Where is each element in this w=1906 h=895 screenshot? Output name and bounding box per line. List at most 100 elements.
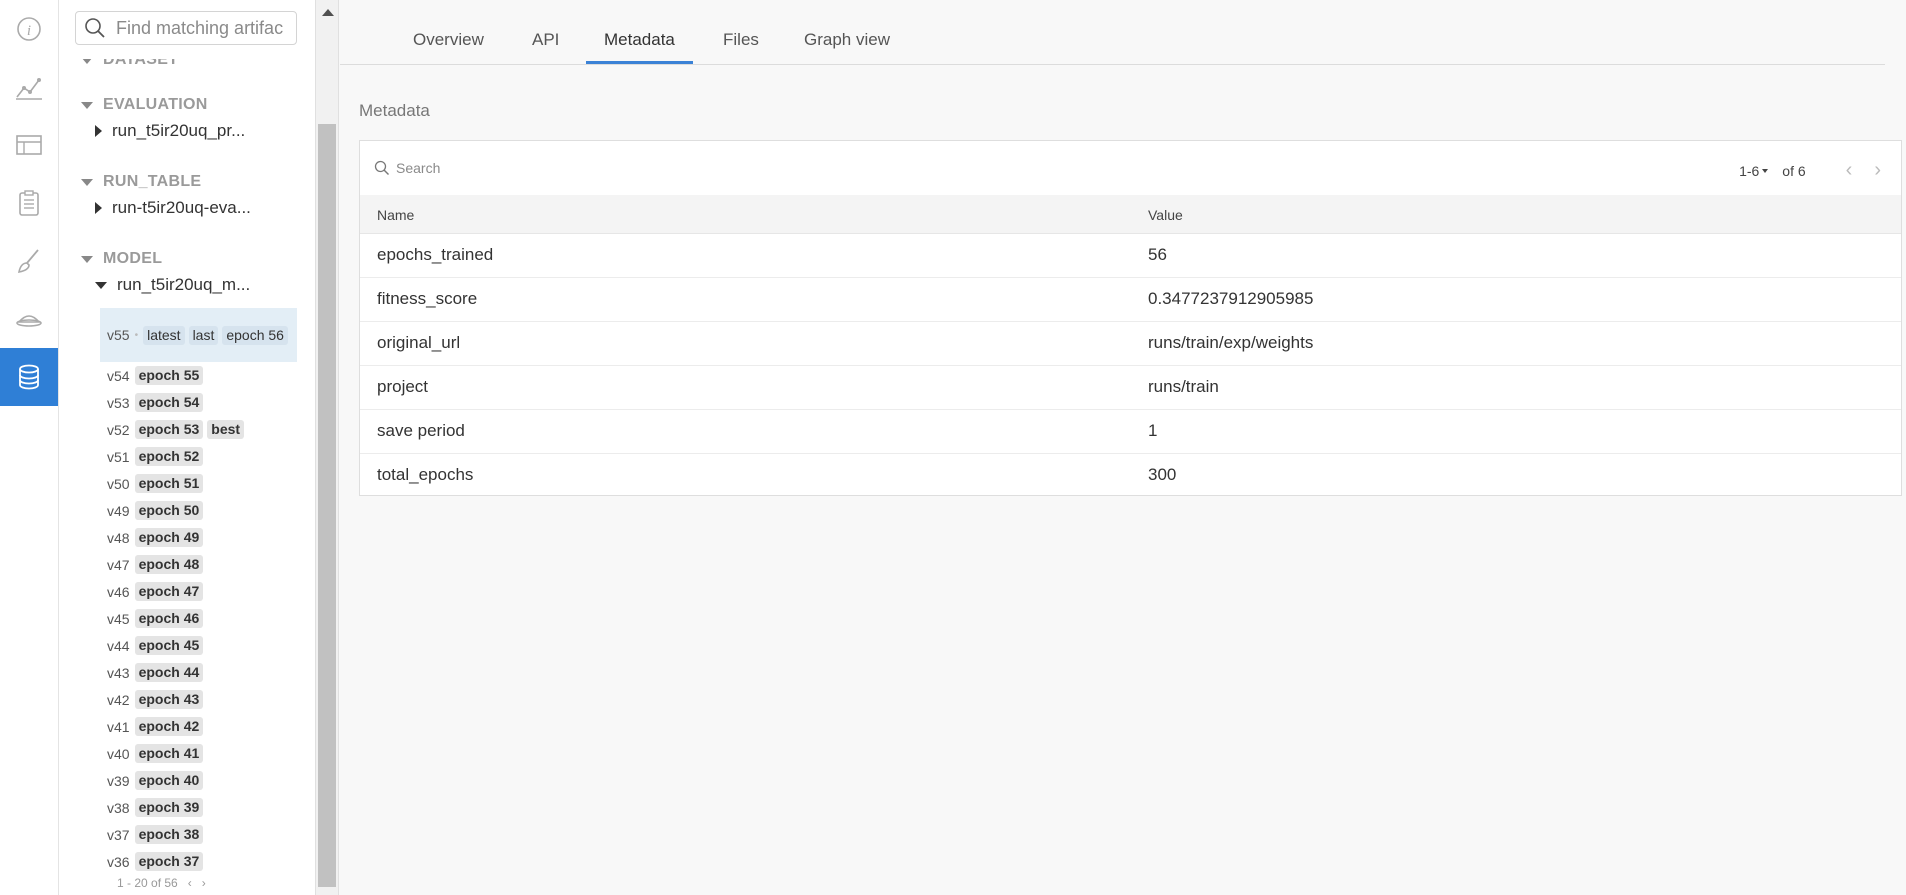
- metadata-name-cell: epochs_trained: [377, 245, 494, 264]
- version-number: v53: [107, 394, 130, 411]
- version-number: v41: [107, 718, 130, 735]
- chevron-down-icon: [81, 101, 93, 109]
- search-icon: [85, 18, 105, 38]
- section-model[interactable]: MODEL: [81, 250, 162, 268]
- version-item[interactable]: v44 epoch 45: [100, 632, 297, 659]
- version-number: v38: [107, 799, 130, 816]
- section-label: DATASET: [103, 51, 179, 68]
- version-item[interactable]: v53 epoch 54: [100, 389, 297, 416]
- scroll-up-arrow-icon[interactable]: [322, 9, 334, 16]
- artifact-item-evaluation[interactable]: run_t5ir20uq_pr...: [95, 121, 245, 141]
- version-tag: epoch 42: [134, 717, 204, 736]
- version-item[interactable]: v46 epoch 47: [100, 578, 297, 605]
- version-tag: epoch 37: [134, 852, 204, 871]
- section-label: MODEL: [103, 250, 163, 267]
- section-evaluation[interactable]: EVALUATION: [81, 96, 208, 114]
- tab-overview[interactable]: Overview: [413, 30, 484, 50]
- clipboard-icon[interactable]: [0, 174, 58, 232]
- table-row: fitness_score 0.3477237912905985: [360, 277, 1901, 322]
- version-tag: epoch 53: [134, 420, 204, 439]
- version-item[interactable]: v45 epoch 46: [100, 605, 297, 632]
- line-chart-icon[interactable]: [0, 58, 58, 116]
- table-row: save period 1: [360, 409, 1901, 454]
- artifact-item-model[interactable]: run_t5ir20uq_m...: [95, 275, 250, 295]
- prev-page-button[interactable]: ‹: [1846, 159, 1853, 182]
- version-item[interactable]: v38 epoch 39: [100, 794, 297, 821]
- scroll-thumb[interactable]: [318, 124, 336, 887]
- version-item[interactable]: v36 epoch 37: [100, 848, 297, 875]
- version-item[interactable]: v47 epoch 48: [100, 551, 297, 578]
- tab-graph-view[interactable]: Graph view: [804, 30, 890, 50]
- info-icon[interactable]: i: [0, 0, 58, 58]
- metadata-value-cell: 300: [1148, 465, 1177, 484]
- version-number: v54: [107, 367, 130, 384]
- metadata-table: 1-6 of 6 ‹ › Name Value epochs_trained 56…: [359, 140, 1902, 496]
- section-run-table[interactable]: RUN_TABLE: [81, 173, 201, 191]
- tab-files[interactable]: Files: [723, 30, 759, 50]
- metadata-value-cell: 56: [1148, 245, 1167, 264]
- version-number: v52: [107, 421, 130, 438]
- page-range-select[interactable]: 1-6: [1739, 163, 1759, 179]
- version-item[interactable]: v50 epoch 51: [100, 470, 297, 497]
- artifact-search[interactable]: [75, 11, 297, 45]
- version-tag: epoch 50: [134, 501, 204, 520]
- version-item[interactable]: v49 epoch 50: [100, 497, 297, 524]
- active-tab-indicator: [586, 61, 693, 64]
- search-input[interactable]: [114, 16, 288, 40]
- brush-icon[interactable]: [0, 232, 58, 290]
- metadata-name-cell: fitness_score: [377, 289, 478, 308]
- table-row: original_url runs/train/exp/weights: [360, 321, 1901, 366]
- table-row: epochs_trained 56: [360, 233, 1901, 278]
- section-dataset[interactable]: DATASET: [81, 51, 179, 69]
- version-item[interactable]: v43 epoch 44: [100, 659, 297, 686]
- version-number: v51: [107, 448, 130, 465]
- version-item[interactable]: v48 epoch 49: [100, 524, 297, 551]
- version-item[interactable]: v37 epoch 38: [100, 821, 297, 848]
- version-number: v40: [107, 745, 130, 762]
- next-page-button[interactable]: ›: [1874, 159, 1881, 182]
- tab-api[interactable]: API: [532, 30, 559, 50]
- version-item[interactable]: v41 epoch 42: [100, 713, 297, 740]
- artifact-item-run-table[interactable]: run-t5ir20uq-eva...: [95, 198, 251, 218]
- chevron-down-icon: [81, 178, 93, 186]
- column-header-name[interactable]: Name: [377, 207, 414, 223]
- caret-down-icon: [95, 281, 107, 289]
- version-item[interactable]: v40 epoch 41: [100, 740, 297, 767]
- version-pager: 1 - 20 of 56 ‹ ›: [117, 876, 206, 890]
- version-item[interactable]: v52 epoch 53 best: [100, 416, 297, 443]
- version-tag: epoch 56: [222, 325, 288, 345]
- version-item[interactable]: v54 epoch 55: [100, 362, 297, 389]
- version-item[interactable]: v51 epoch 52: [100, 443, 297, 470]
- search-input[interactable]: [394, 159, 798, 177]
- chevron-down-icon: [81, 255, 93, 263]
- table-search[interactable]: [360, 141, 1901, 195]
- database-icon[interactable]: [0, 348, 58, 406]
- metadata-name-cell: project: [377, 377, 429, 396]
- version-tag: latest: [143, 325, 185, 345]
- separator-dot: •: [134, 329, 139, 341]
- version-tag: epoch 48: [134, 555, 204, 574]
- version-tag: epoch 38: [134, 825, 204, 844]
- caret-right-icon: [95, 125, 102, 137]
- version-tag: last: [188, 325, 219, 345]
- artifact-label: run_t5ir20uq_m...: [117, 275, 251, 294]
- sweep-icon[interactable]: [0, 290, 58, 348]
- version-item[interactable]: v42 epoch 43: [100, 686, 297, 713]
- version-number: v46: [107, 583, 130, 600]
- table-row: project runs/train: [360, 365, 1901, 410]
- next-page-button[interactable]: ›: [202, 876, 206, 890]
- table-pager: 1-6 of 6 ‹ ›: [1739, 159, 1881, 182]
- version-tag: epoch 40: [134, 771, 204, 790]
- tab-metadata[interactable]: Metadata: [604, 30, 675, 50]
- table-icon[interactable]: [0, 116, 58, 174]
- version-item-selected[interactable]: v55 • latest last epoch 56: [100, 308, 297, 362]
- version-item[interactable]: v39 epoch 40: [100, 767, 297, 794]
- sidebar-scrollbar[interactable]: [315, 0, 339, 895]
- version-number: v47: [107, 556, 130, 573]
- version-tag: epoch 52: [134, 447, 204, 466]
- column-header-value[interactable]: Value: [1148, 207, 1183, 223]
- search-icon: [374, 160, 389, 175]
- prev-page-button[interactable]: ‹: [188, 876, 192, 890]
- chevron-down-icon[interactable]: [1762, 168, 1769, 173]
- table-header: Name Value: [360, 195, 1901, 234]
